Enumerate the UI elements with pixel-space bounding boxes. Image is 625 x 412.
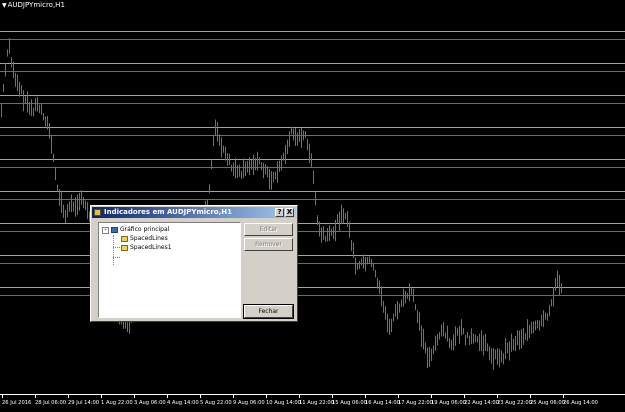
x-axis-tick-label: 15 Aug 06:00 — [332, 400, 367, 406]
x-axis-tick-label: 23 Aug 22:00 — [497, 400, 532, 406]
tree-connector — [113, 257, 120, 258]
dialog-titlebar[interactable]: Indicadores em AUDJPYmicro,H1 ? X — [92, 207, 296, 218]
x-axis-tick-label: 9 Aug 06:00 — [233, 400, 265, 406]
edit-button[interactable]: Editar — [244, 223, 293, 236]
x-axis-tick-label: 19 Aug 06:00 — [431, 400, 466, 406]
help-button[interactable]: ? — [275, 208, 284, 217]
indicators-dialog: Indicadores em AUDJPYmicro,H1 ? X - Gráf… — [90, 205, 298, 322]
tree-connector — [113, 235, 114, 265]
chart-window-icon — [111, 226, 118, 233]
x-axis-tick-label: 22 Aug 14:00 — [464, 400, 499, 406]
collapse-toggle-icon[interactable]: - — [102, 227, 109, 234]
dialog-title: Indicadores em AUDJPYmicro,H1 — [104, 208, 232, 216]
dropdown-arrow-icon: ▼ — [2, 2, 7, 9]
x-axis-tick-label: 4 Aug 14:00 — [167, 400, 199, 406]
tree-item-spacedlines1[interactable]: SpacedLines1 — [121, 243, 172, 252]
tree-item-label: SpacedLines1 — [130, 244, 172, 251]
tree-item-spacedlines[interactable]: SpacedLines — [121, 234, 168, 243]
indicators-icon — [94, 209, 101, 216]
tree-item-label: SpacedLines — [130, 235, 168, 242]
x-axis-tick-label: 17 Aug 22:00 — [398, 400, 433, 406]
remove-button[interactable]: Remover — [244, 238, 293, 251]
x-axis-tick-label: 29 Jul 14:00 — [68, 400, 99, 406]
x-axis-tick-label: 5 Aug 22:00 — [200, 400, 232, 406]
x-axis-tick-label: 11 Aug 22:00 — [299, 400, 334, 406]
x-axis-tick-label: 16 Aug 14:00 — [365, 400, 400, 406]
x-axis-tick-label: 25 Aug 06:00 — [530, 400, 565, 406]
x-axis-tick-label: 26 Jul 2016 — [2, 400, 31, 406]
close-button[interactable]: Fechar — [243, 304, 294, 319]
tree-item-main-chart[interactable]: Gráfico principal — [111, 225, 169, 234]
x-axis-tick-label: 3 Aug 06:00 — [134, 400, 166, 406]
price-chart[interactable]: 26 Jul 2016 28 Jul 06:00 29 Jul 14:00 1 Aug… — [0, 0, 625, 408]
chart-title: ▼AUDJPYmicro,H1 — [2, 1, 65, 9]
x-axis-tick-label: 10 Aug 14:00 — [266, 400, 301, 406]
chart-title-text: AUDJPYmicro,H1 — [7, 1, 65, 9]
indicator-icon — [121, 244, 128, 251]
indicator-tree[interactable]: - Gráfico principal SpacedLines SpacedLi… — [98, 222, 241, 318]
tree-item-label: Gráfico principal — [120, 226, 170, 233]
chart-area[interactable]: 26 Jul 2016 28 Jul 06:00 29 Jul 14:00 1 Aug… — [0, 0, 625, 408]
tree-connector — [113, 247, 120, 248]
x-axis-tick-label: 28 Jul 06:00 — [35, 400, 66, 406]
x-axis-tick-label: 1 Aug 22:00 — [101, 400, 133, 406]
indicator-icon — [121, 235, 128, 242]
x-axis-tick-label: 26 Aug 14:00 — [563, 400, 598, 406]
close-icon[interactable]: X — [285, 208, 294, 217]
